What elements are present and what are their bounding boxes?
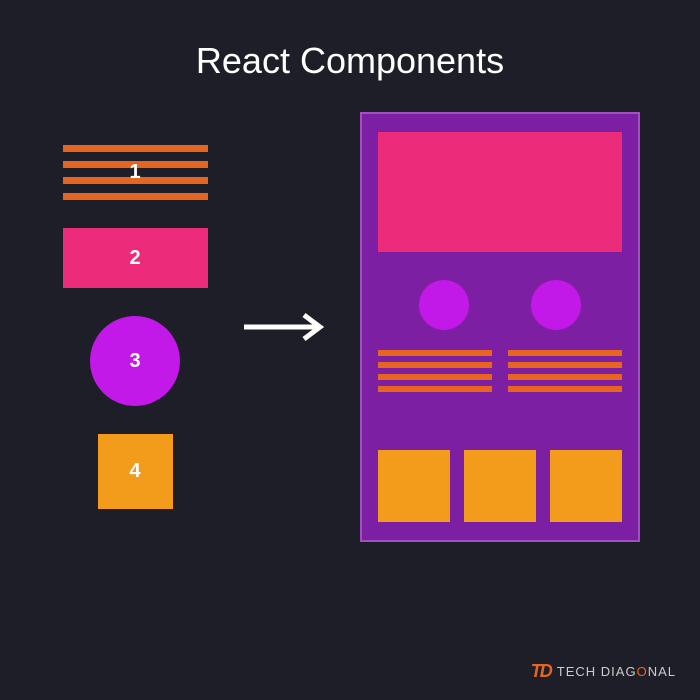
component-2: 2 — [63, 228, 208, 288]
layout-square — [464, 450, 536, 522]
component-number: 3 — [129, 350, 140, 373]
diagram-content: 1 2 3 4 — [0, 112, 700, 542]
logo-text: TECH DIAGONAL — [557, 664, 676, 679]
layout-lines-row — [378, 350, 622, 392]
component-number: 2 — [129, 247, 140, 270]
layout-square — [378, 450, 450, 522]
composed-layout — [360, 112, 640, 542]
page-title: React Components — [0, 0, 700, 112]
layout-circles-row — [378, 272, 622, 330]
component-3: 3 — [90, 316, 180, 406]
components-list: 1 2 3 4 — [60, 145, 210, 509]
layout-squares-row — [378, 450, 622, 522]
brand-logo: TD TECH DIAGONAL — [531, 661, 676, 682]
component-4: 4 — [98, 434, 173, 509]
layout-square — [550, 450, 622, 522]
arrow-right-icon — [240, 312, 330, 342]
component-number: 4 — [129, 460, 140, 483]
component-1: 1 — [63, 145, 208, 200]
logo-mark: TD — [531, 661, 551, 682]
layout-lines-col — [378, 350, 492, 392]
layout-header — [378, 132, 622, 252]
layout-circle — [531, 280, 581, 330]
component-number: 1 — [129, 161, 140, 184]
layout-circle — [419, 280, 469, 330]
layout-lines-col — [508, 350, 622, 392]
